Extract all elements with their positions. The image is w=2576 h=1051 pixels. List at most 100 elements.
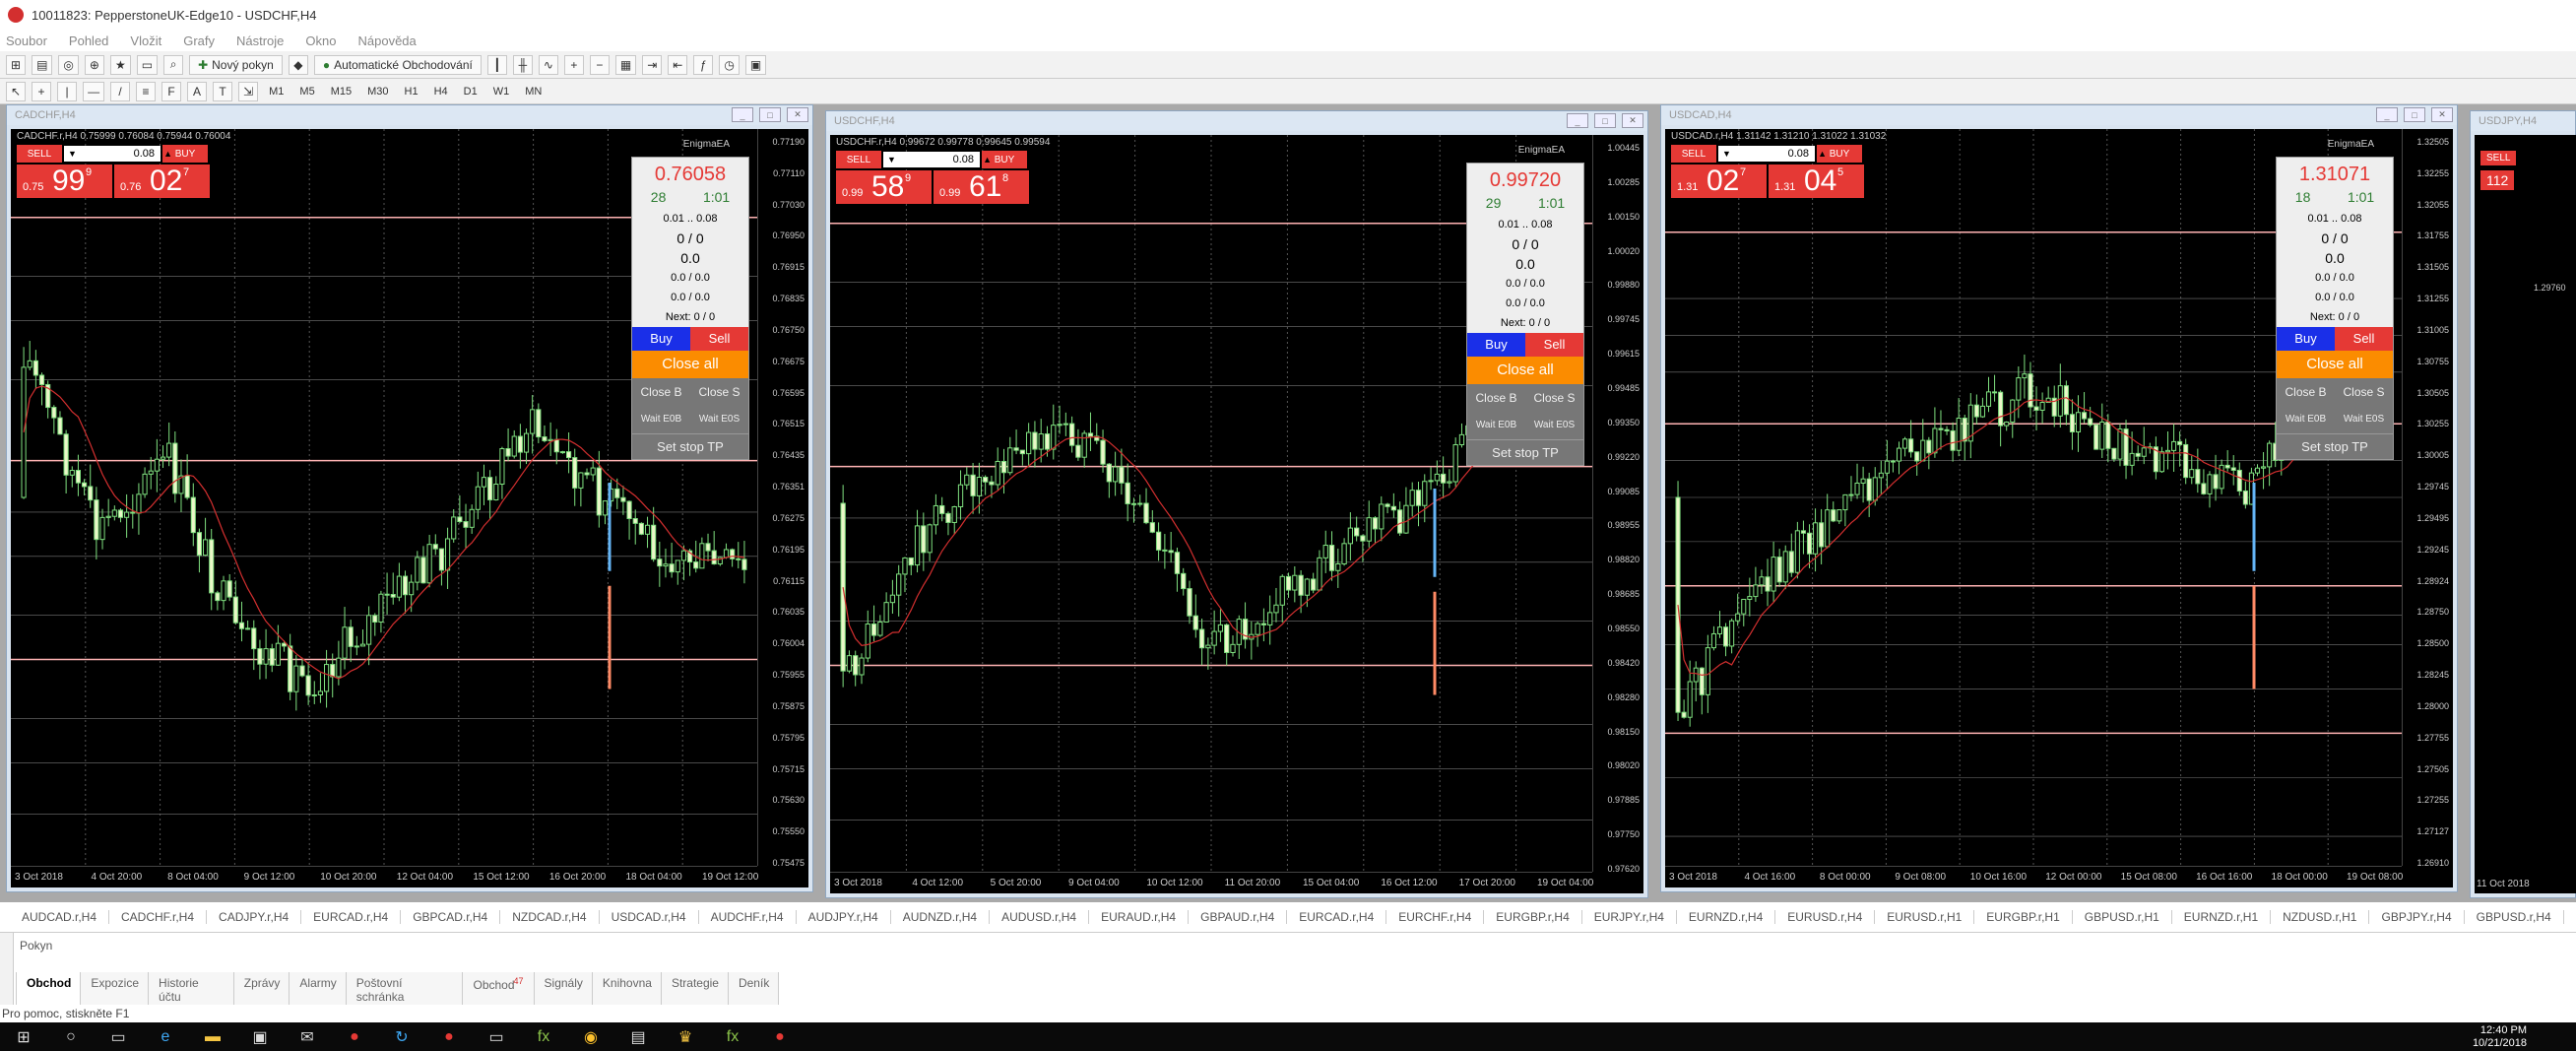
zoom-out-icon[interactable]: − [589,54,610,75]
fx-app-2-icon[interactable]: fx [709,1022,756,1051]
trendline-icon[interactable]: / [110,81,131,101]
terminal-tab[interactable]: Strategie [660,972,729,1009]
symbol-tab[interactable]: EURNZD.r,H4 [1677,910,1776,924]
terminal-icon[interactable]: ▭ [136,54,159,75]
symbol-tab[interactable]: EURCAD.r,H4 [1287,910,1387,924]
notes-icon[interactable]: ▤ [614,1022,662,1051]
pepperstone-icon[interactable]: ● [331,1022,378,1051]
timeframe-m15[interactable]: M15 [326,86,356,98]
cursor-icon[interactable]: ↖ [6,81,27,101]
symbol-tab[interactable]: GBPUSD.r,H1 [2073,910,2172,924]
menu-item[interactable]: Okno [305,33,336,48]
minimize-icon[interactable]: _ [732,107,753,122]
search-icon[interactable]: ○ [47,1022,95,1051]
terminal-tab[interactable]: Knihovna [591,972,662,1009]
candlestick-icon[interactable]: ╫ [512,54,533,75]
close-buy-button[interactable]: Close B [1467,384,1525,412]
terminal-tab[interactable]: Signály [533,972,593,1009]
windows-start-icon[interactable]: ⊞ [0,1022,47,1051]
symbol-tab[interactable]: GBPUSD.r,H4 [2465,910,2564,924]
tester-icon[interactable]: ⌕ [163,54,184,75]
set-stop-tp-button[interactable]: Set stop TP [2277,433,2393,459]
close-buy-button[interactable]: Close B [2277,378,2335,406]
timeframe-m30[interactable]: M30 [362,86,393,98]
wait-eob-button[interactable]: Wait E0B [1467,412,1525,439]
templates-icon[interactable]: ▣ [744,54,767,75]
terminal-tab[interactable]: Historie účtu [148,972,234,1009]
close-sell-button[interactable]: Close S [690,378,748,406]
close-buy-button[interactable]: Close B [632,378,690,406]
wait-eob-button[interactable]: Wait E0B [2277,406,2335,433]
lot-up-icon[interactable]: ▲ [983,155,992,164]
price-chart[interactable]: USDCHF.r,H4 0.99672 0.99778 0.99645 0.99… [830,135,1643,893]
symbol-tab[interactable]: EURGBP.r,H4 [1484,910,1582,924]
symbol-tab[interactable]: GBPAUD.r,H4 [1189,910,1288,924]
maximize-icon[interactable]: □ [1594,113,1616,128]
task-view-icon[interactable]: ▭ [95,1022,142,1051]
symbol-tab[interactable]: CADCHF.r,H4 [109,910,208,924]
chart-window[interactable]: CADCHF,H4 _ □ ✕ CADCHF.r,H4 0.75999 0.76… [6,104,813,892]
symbol-tab[interactable]: AUDCAD.r,H4 [10,910,110,924]
symbol-tab[interactable]: NZDCAD.r,H4 [500,910,600,924]
maximize-icon[interactable]: □ [2404,107,2425,122]
chrome-icon[interactable]: ◉ [567,1022,614,1051]
close-icon[interactable]: ✕ [2431,107,2453,122]
sell-price-button[interactable]: 0.75 99 9 [17,164,112,198]
timeframe-h4[interactable]: H4 [429,86,453,98]
arrows-icon[interactable]: ⇲ [238,81,259,101]
lot-size-input[interactable]: ▼ 0.08 ▲ [64,146,172,162]
menu-item[interactable]: Soubor [6,33,47,48]
zoom-in-icon[interactable]: + [563,54,584,75]
periods-icon[interactable]: ◷ [719,54,740,75]
data-window-icon[interactable]: ⊕ [84,54,104,75]
symbol-tab[interactable]: AUDJPY.r,H4 [797,910,891,924]
ea-sell-button[interactable]: Sell [2335,327,2393,351]
new-chart-icon[interactable]: ⊞ [6,54,27,75]
text-icon[interactable]: A [187,81,208,101]
bar-chart-icon[interactable]: ┃ [486,54,507,75]
chart-window[interactable]: USDCHF,H4 _ □ ✕ USDCHF.r,H4 0.99672 0.99… [825,110,1648,898]
navigator-icon[interactable]: ★ [109,54,131,75]
minimize-icon[interactable]: _ [1567,113,1588,128]
partial-sell-button[interactable]: SELL [2480,151,2517,165]
symbol-tab[interactable]: GBPCAD.r,H4 [401,910,501,924]
ea-buy-button[interactable]: Buy [1467,333,1525,357]
terminal-tab[interactable]: Alarmy [289,972,347,1009]
symbol-tab[interactable]: GBPJPY.r,H4 [2369,910,2465,924]
set-stop-tp-button[interactable]: Set stop TP [1467,439,1583,465]
wait-eob-button[interactable]: Wait E0B [632,406,690,433]
symbol-tab[interactable]: EURAUD.r,H4 [1089,910,1190,924]
price-chart[interactable]: CADCHF.r,H4 0.75999 0.76084 0.75944 0.76… [11,129,808,887]
store-icon[interactable]: ▣ [236,1022,284,1051]
terminal-tab[interactable]: Poštovní schránka [345,972,464,1009]
menu-item[interactable]: Vložit [130,33,161,48]
price-chart[interactable]: USDCAD.r,H4 1.31142 1.31210 1.31022 1.31… [1665,129,2453,887]
one-click-sell-button[interactable]: SELL [1671,145,1716,163]
wait-eos-button[interactable]: Wait E0S [2335,406,2393,433]
lot-down-icon[interactable]: ▼ [1722,149,1731,159]
symbol-tab[interactable]: AUDNZD.r,H4 [891,910,991,924]
symbol-tab[interactable]: USDJPY.r,H4 [2564,910,2576,924]
terminal-tab[interactable]: Deník [727,972,780,1009]
fibonacci-icon[interactable]: F [161,81,182,101]
ea-sell-button[interactable]: Sell [690,327,748,351]
menu-item[interactable]: Nápověda [358,33,417,48]
line-chart-icon[interactable]: ∿ [538,54,558,75]
close-all-button[interactable]: Close all [1467,357,1583,384]
vertical-line-icon[interactable]: | [57,81,78,101]
sync-icon[interactable]: ↻ [378,1022,425,1051]
sell-price-button[interactable]: 1.31 02 7 [1671,164,1767,198]
market-watch-icon[interactable]: ◎ [58,54,79,75]
close-sell-button[interactable]: Close S [2335,378,2393,406]
lot-down-icon[interactable]: ▼ [68,149,77,159]
timeframe-h1[interactable]: H1 [400,86,423,98]
close-sell-button[interactable]: Close S [1525,384,1583,412]
close-icon[interactable]: ✕ [1622,113,1643,128]
set-stop-tp-button[interactable]: Set stop TP [632,433,748,459]
symbol-tab[interactable]: CADJPY.r,H4 [207,910,302,924]
profiles-icon[interactable]: ▤ [32,54,53,75]
chart-window-partial[interactable]: USDJPY,H4 SELL 112 1.29760 11 Oct 2018 [2470,110,2576,898]
wait-eos-button[interactable]: Wait E0S [1525,412,1583,439]
menu-item[interactable]: Nástroje [236,33,284,48]
symbol-tab[interactable]: EURGBP.r,H1 [1974,910,2073,924]
